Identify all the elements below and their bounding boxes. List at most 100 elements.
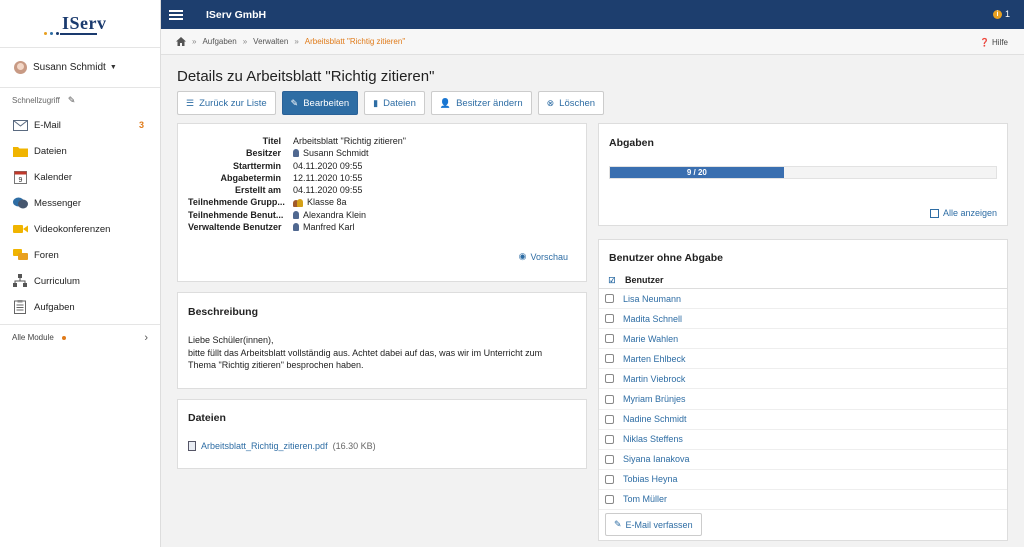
table-row: Marten Ehlbeck	[599, 349, 1007, 370]
breadcrumb-tasks[interactable]: Aufgaben	[202, 37, 236, 46]
user-link[interactable]: Madita Schnell	[623, 314, 682, 324]
preview-label: Vorschau	[530, 251, 568, 262]
user-checkbox[interactable]	[605, 354, 614, 364]
detail-value: Klasse 8a	[293, 196, 347, 208]
user-checkbox[interactable]	[605, 374, 614, 384]
detail-label: Besitzer	[245, 148, 281, 159]
breadcrumb-separator: »	[294, 37, 299, 46]
user-icon	[293, 149, 299, 158]
progress-fill: 9 / 20	[610, 167, 784, 178]
show-all-link[interactable]: Alle anzeigen	[929, 208, 997, 218]
detail-label: Verwaltende Benutzer	[188, 222, 282, 233]
change-owner-button[interactable]: 👤 Besitzer ändern	[430, 91, 532, 115]
back-to-list-button[interactable]: ☰ Zurück zur Liste	[177, 91, 276, 115]
button-label: Dateien	[383, 97, 416, 109]
missing-submissions-panel: Benutzer ohne Abgabe ☑ Benutzer Lisa Neu…	[598, 239, 1008, 541]
email-count-badge: 3	[138, 120, 144, 130]
table-row: Martin Viebrock	[599, 369, 1007, 390]
sidebar-item-files[interactable]: Dateien	[0, 138, 160, 164]
sidebar-item-calendar[interactable]: 9 Kalender	[0, 164, 160, 190]
detail-value: Manfred Karl	[293, 221, 355, 233]
sidebar-item-video[interactable]: Videokonferenzen	[0, 216, 160, 242]
edit-button[interactable]: ✎ Bearbeiten	[281, 91, 359, 115]
button-label: Zurück zur Liste	[199, 97, 267, 109]
all-modules[interactable]: Alle Module ›	[0, 324, 160, 350]
user-checkbox[interactable]	[605, 334, 614, 344]
file-size: (16.30 KB)	[332, 441, 376, 451]
user-checkbox[interactable]	[605, 294, 614, 304]
toolbar: ☰ Zurück zur Liste ✎ Bearbeiten ▮ Dateie…	[177, 91, 605, 115]
quick-access: Schnellzugriff ✎	[0, 88, 160, 112]
menu-icon[interactable]	[169, 9, 183, 20]
sidebar-item-label: Aufgaben	[34, 301, 75, 313]
video-icon	[12, 222, 28, 236]
user-checkbox[interactable]	[605, 454, 614, 464]
user-link[interactable]: Myriam Brünjes	[623, 394, 686, 404]
user-link[interactable]: Lisa Neumann	[623, 294, 681, 304]
detail-label: Titel	[262, 136, 281, 146]
submissions-heading: Abgaben	[609, 137, 654, 149]
detail-row: Teilnehmende Benut... Alexandra Klein	[188, 209, 406, 221]
help-link[interactable]: ❓ Hilfe	[980, 38, 1008, 47]
user-checkbox[interactable]	[605, 474, 614, 484]
notifications[interactable]: i 1	[992, 9, 1010, 19]
sidebar-item-forums[interactable]: Foren	[0, 242, 160, 268]
detail-row: Verwaltende Benutzer Manfred Karl	[188, 221, 406, 233]
user-link[interactable]: Siyana Ianakova	[623, 454, 690, 464]
user-link[interactable]: Tobias Heyna	[623, 474, 678, 484]
user-icon: 👤	[439, 97, 452, 108]
user-icon	[293, 223, 299, 232]
user-link[interactable]: Tom Müller	[623, 494, 667, 504]
sidebar-item-email[interactable]: E-Mail 3	[0, 112, 160, 138]
detail-value: 12.11.2020 10:55	[293, 172, 363, 183]
user-checkbox[interactable]	[605, 494, 614, 504]
details-panel: Titel Arbeitsblatt "Richtig zitieren" Be…	[177, 123, 587, 282]
mail-icon	[12, 118, 28, 132]
files-heading: Dateien	[188, 412, 226, 424]
select-all-checkbox-icon[interactable]: ☑	[599, 276, 625, 285]
file-link[interactable]: Arbeitsblatt_Richtig_zitieren.pdf	[201, 441, 328, 451]
user-checkbox[interactable]	[605, 314, 614, 324]
folder-icon	[12, 144, 28, 158]
user-link[interactable]: Marie Wahlen	[623, 334, 678, 344]
files-button[interactable]: ▮ Dateien	[364, 91, 425, 115]
table-row: Tobias Heyna	[599, 470, 1007, 490]
table-row: Nadine Schmidt	[599, 410, 1007, 430]
org-name[interactable]: IServ GmbH	[206, 9, 266, 21]
breadcrumb-manage[interactable]: Verwalten	[253, 37, 288, 46]
user-checkbox[interactable]	[605, 434, 614, 444]
tasks-icon	[12, 300, 28, 314]
user-menu[interactable]: Susann Schmidt ▼	[0, 48, 160, 88]
notification-count: 1	[1004, 9, 1010, 19]
detail-label: Erstellt am	[234, 185, 281, 196]
user-link[interactable]: Marten Ehlbeck	[623, 354, 686, 364]
quick-access-label: Schnellzugriff	[12, 95, 60, 105]
sidebar-item-label: Foren	[34, 249, 59, 261]
user-link[interactable]: Niklas Steffens	[623, 434, 683, 444]
user-checkbox[interactable]	[605, 414, 614, 424]
compose-email-button[interactable]: ✎ E-Mail verfassen	[605, 513, 702, 536]
user-list: Lisa Neumann Madita Schnell Marie Wahlen Ma…	[599, 289, 1007, 511]
table-row: Madita Schnell	[599, 309, 1007, 330]
logo[interactable]: IServ	[0, 0, 160, 48]
logo-dots	[44, 32, 59, 35]
breadcrumb-separator: »	[242, 37, 248, 46]
user-checkbox[interactable]	[605, 394, 614, 404]
sidebar-item-curriculum[interactable]: Curriculum	[0, 268, 160, 294]
button-label: Löschen	[559, 97, 596, 109]
user-icon	[293, 210, 299, 219]
home-icon[interactable]	[176, 37, 186, 46]
page-title: Details zu Arbeitsblatt "Richtig zitiere…	[177, 68, 435, 85]
sidebar-item-tasks[interactable]: Aufgaben	[0, 294, 160, 320]
user-link[interactable]: Nadine Schmidt	[623, 414, 687, 424]
detail-row: Teilnehmende Grupp... Klasse 8a	[188, 196, 406, 208]
breadcrumb: » Aufgaben » Verwalten » Arbeitsblatt "R…	[161, 29, 1024, 55]
sidebar-item-messenger[interactable]: Messenger	[0, 190, 160, 216]
help-icon: ❓	[979, 38, 990, 47]
sidebar-item-label: Videokonferenzen	[34, 223, 111, 235]
pencil-icon[interactable]: ✎	[68, 95, 76, 106]
delete-button[interactable]: ⊗ Löschen	[537, 91, 605, 115]
preview-link[interactable]: ◉ Vorschau	[519, 251, 568, 262]
all-modules-label: Alle Module	[12, 333, 54, 342]
user-link[interactable]: Martin Viebrock	[623, 374, 685, 384]
